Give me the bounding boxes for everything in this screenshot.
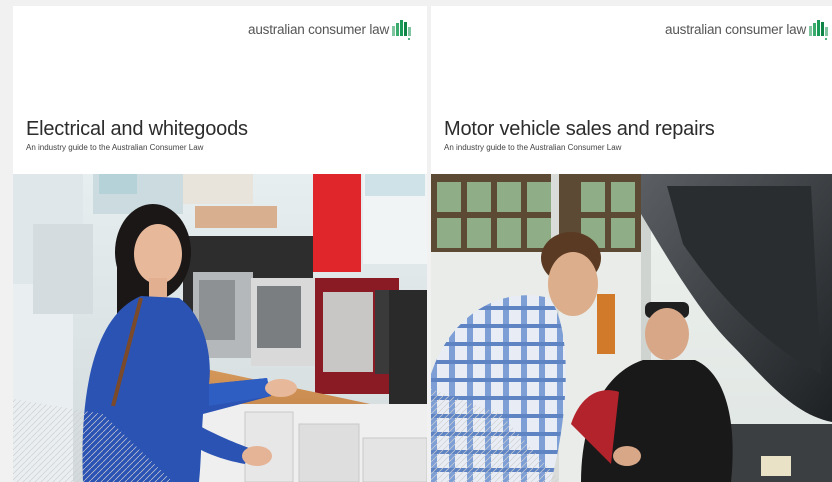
brand-logo: australian consumer law xyxy=(248,18,413,40)
cover-title: Motor vehicle sales and repairs xyxy=(444,118,715,140)
cover-electrical-whitegoods: australian consumer law Electrical and w… xyxy=(13,6,427,482)
brand-wordmark: australian consumer law xyxy=(248,21,389,37)
cover-motor-vehicle: australian consumer law Motor vehicle sa… xyxy=(431,6,832,482)
cover-subtitle: An industry guide to the Australian Cons… xyxy=(444,143,622,152)
brand-logo: australian consumer law xyxy=(665,18,830,40)
woman-shopping-microwaves-photo xyxy=(13,174,427,482)
brand-wordmark: australian consumer law xyxy=(665,21,806,37)
acl-logo-icon xyxy=(392,20,411,40)
cover-subtitle: An industry guide to the Australian Cons… xyxy=(26,143,204,152)
mechanics-car-bonnet-photo xyxy=(431,174,832,482)
acl-logo-icon xyxy=(809,20,828,40)
cover-title: Electrical and whitegoods xyxy=(26,118,248,140)
